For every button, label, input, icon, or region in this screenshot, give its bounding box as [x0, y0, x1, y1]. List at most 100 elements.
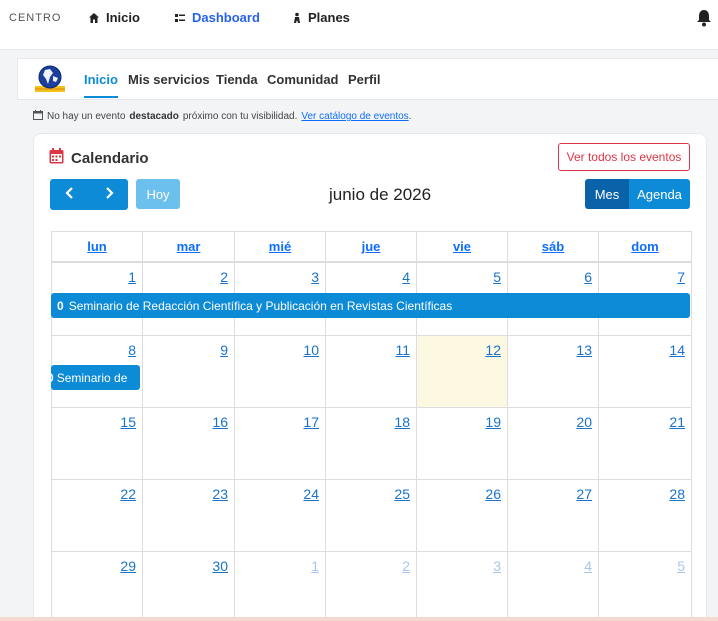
day-number[interactable]: 11 — [395, 342, 410, 358]
day-cell[interactable]: 18 — [325, 407, 416, 479]
day-cell[interactable]: 10 — [234, 335, 325, 407]
view-all-events-button[interactable]: Ver todos los eventos — [558, 143, 690, 171]
day-cell[interactable]: 3 — [416, 551, 507, 621]
day-number[interactable]: 4 — [584, 558, 592, 574]
day-number[interactable]: 2 — [402, 558, 410, 574]
day-cell[interactable]: 21 — [598, 407, 691, 479]
day-number[interactable]: 7 — [677, 269, 685, 285]
calendar-grid: lun mar mié jue vie sáb dom 1 2 3 4 5 6 7 8 9 10 11 12 13 14… — [51, 231, 692, 621]
notice-text-before: No hay un evento — [47, 111, 126, 122]
weekday-header[interactable]: mar — [142, 231, 234, 262]
view-month-button[interactable]: Mes — [585, 179, 629, 209]
prev-month-button[interactable] — [50, 179, 89, 210]
day-number[interactable]: 26 — [485, 486, 501, 502]
day-cell[interactable]: 23 — [142, 479, 234, 551]
calendar-header: Calendario — [49, 148, 149, 168]
day-number[interactable]: 14 — [669, 342, 685, 358]
day-cell[interactable]: 25 — [325, 479, 416, 551]
day-number[interactable]: 23 — [212, 486, 228, 502]
notice-end: . — [408, 111, 412, 122]
day-cell[interactable]: 30 — [142, 551, 234, 621]
event-bar[interactable]: 0 Seminario de Redacción Científica y Pub… — [51, 293, 690, 318]
day-cell[interactable]: 13 — [507, 335, 598, 407]
day-number[interactable]: 27 — [576, 486, 592, 502]
day-cell[interactable]: 9 — [142, 335, 234, 407]
day-cell[interactable]: 17 — [234, 407, 325, 479]
day-cell[interactable]: 5 — [598, 551, 691, 621]
tab-perfil[interactable]: Perfil — [348, 72, 381, 87]
calendar-title: Calendario — [71, 149, 149, 167]
nav-planes[interactable]: Planes — [292, 10, 350, 25]
nav-dashboard-label: Dashboard — [192, 10, 260, 25]
day-number[interactable]: 3 — [493, 558, 501, 574]
day-number[interactable]: 20 — [576, 414, 592, 430]
day-number[interactable]: 5 — [677, 558, 685, 574]
nav-inicio[interactable]: Inicio — [88, 10, 140, 25]
dashboard-icon — [174, 12, 186, 24]
weekday-header[interactable]: dom — [598, 231, 691, 262]
day-number[interactable]: 17 — [303, 414, 319, 430]
day-cell[interactable]: 2 — [325, 551, 416, 621]
bell-icon[interactable] — [696, 9, 712, 32]
day-number[interactable]: 5 — [493, 269, 501, 285]
chevron-right-icon — [104, 186, 114, 204]
day-number[interactable]: 25 — [394, 486, 410, 502]
event-bar[interactable]: 0Seminario de — [51, 365, 140, 390]
event-count: 0 — [51, 371, 54, 385]
event-count: 0 — [57, 298, 64, 313]
day-cell[interactable]: 19 — [416, 407, 507, 479]
weekday-header[interactable]: lun — [51, 231, 142, 262]
day-cell[interactable]: 16 — [142, 407, 234, 479]
nav-dashboard[interactable]: Dashboard — [174, 10, 260, 25]
day-number[interactable]: 9 — [220, 342, 228, 358]
day-cell[interactable]: 28 — [598, 479, 691, 551]
day-number[interactable]: 6 — [584, 269, 592, 285]
weekday-header[interactable]: vie — [416, 231, 507, 262]
day-number[interactable]: 10 — [303, 342, 319, 358]
day-number[interactable]: 24 — [303, 486, 319, 502]
day-number[interactable]: 19 — [485, 414, 501, 430]
tab-inicio[interactable]: Inicio — [84, 72, 118, 98]
day-number[interactable]: 2 — [220, 269, 228, 285]
day-cell[interactable]: 11 — [325, 335, 416, 407]
day-number[interactable]: 8 — [128, 342, 136, 358]
day-number[interactable]: 28 — [669, 486, 685, 502]
day-number[interactable]: 30 — [212, 558, 228, 574]
view-agenda-button[interactable]: Agenda — [629, 179, 690, 209]
tab-comunidad[interactable]: Comunidad — [267, 72, 339, 87]
secondary-navbar: Inicio Mis servicios Tienda Comunidad Pe… — [17, 58, 718, 100]
day-number[interactable]: 4 — [402, 269, 410, 285]
day-number[interactable]: 21 — [669, 414, 685, 430]
day-cell[interactable]: 4 — [507, 551, 598, 621]
next-month-button[interactable] — [89, 179, 128, 210]
day-cell[interactable]: 12 — [416, 335, 507, 407]
day-number[interactable]: 3 — [311, 269, 319, 285]
calendar-card: Calendario Ver todos los eventos Hoy jun… — [33, 133, 707, 621]
day-number[interactable]: 1 — [311, 558, 319, 574]
tab-mis-servicios[interactable]: Mis servicios — [128, 72, 210, 87]
day-cell[interactable]: 15 — [51, 407, 142, 479]
grid-right-border — [691, 231, 692, 621]
weekday-header[interactable]: mié — [234, 231, 325, 262]
day-cell[interactable]: 22 — [51, 479, 142, 551]
day-number[interactable]: 29 — [120, 558, 136, 574]
today-button[interactable]: Hoy — [136, 179, 180, 209]
day-cell[interactable]: 24 — [234, 479, 325, 551]
day-number[interactable]: 1 — [128, 269, 136, 285]
day-number[interactable]: 13 — [576, 342, 592, 358]
weekday-header[interactable]: sáb — [507, 231, 598, 262]
day-number[interactable]: 12 — [485, 342, 501, 358]
day-number[interactable]: 15 — [120, 414, 136, 430]
day-cell[interactable]: 26 — [416, 479, 507, 551]
day-cell[interactable]: 27 — [507, 479, 598, 551]
day-cell[interactable]: 14 — [598, 335, 691, 407]
day-cell[interactable]: 20 — [507, 407, 598, 479]
weekday-header[interactable]: jue — [325, 231, 416, 262]
day-cell[interactable]: 1 — [234, 551, 325, 621]
tab-tienda[interactable]: Tienda — [216, 72, 258, 87]
day-number[interactable]: 22 — [120, 486, 136, 502]
day-cell[interactable]: 29 — [51, 551, 142, 621]
day-number[interactable]: 18 — [394, 414, 410, 430]
day-number[interactable]: 16 — [212, 414, 228, 430]
event-catalog-link[interactable]: Ver catálogo de eventos — [301, 111, 408, 122]
